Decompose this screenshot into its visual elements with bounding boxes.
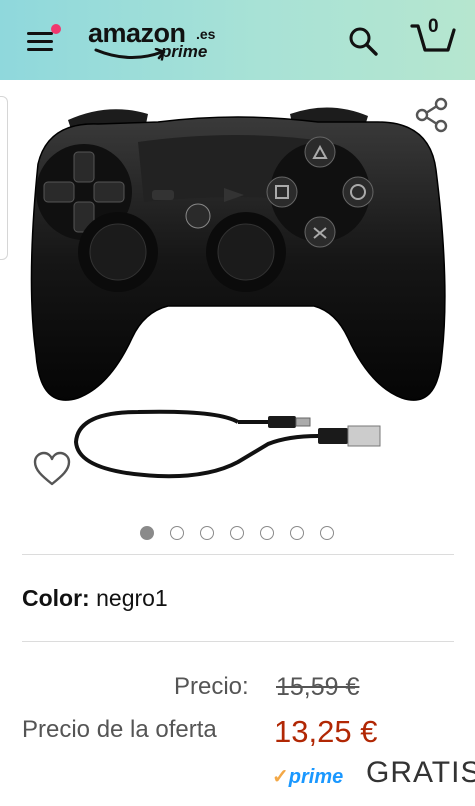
pagination-dot-3[interactable] [200, 526, 214, 540]
share-button[interactable] [413, 96, 451, 134]
offer-price: 13,25 € [274, 714, 378, 749]
hamburger-menu-icon-bar [27, 40, 53, 43]
offer-price-label: Precio de la oferta [22, 716, 217, 743]
original-price: 15,59 € [276, 673, 360, 701]
wishlist-button[interactable] [32, 450, 72, 488]
divider [22, 554, 454, 555]
hamburger-menu-icon [27, 32, 53, 35]
app-header: amazon .es prime 0 [0, 0, 475, 80]
cart-button[interactable]: 0 [408, 16, 458, 60]
heart-outline-icon [33, 451, 71, 486]
cart-count: 0 [428, 16, 439, 37]
search-button[interactable] [346, 24, 380, 58]
side-drawer-handle[interactable] [0, 96, 8, 260]
gamepad-product-image [30, 107, 446, 479]
product-image[interactable] [18, 92, 458, 512]
prime-check-icon: ✓ [272, 766, 289, 788]
hamburger-menu-icon-bar [27, 48, 53, 51]
amazon-prime-logo[interactable]: amazon .es prime [88, 18, 228, 64]
pagination-dot-4[interactable] [230, 526, 244, 540]
prime-label: prime [288, 766, 344, 788]
pagination-dot-2[interactable] [170, 526, 184, 540]
menu-button[interactable] [24, 24, 61, 56]
color-label: Color: [22, 585, 90, 611]
prime-badge: ✓prime [272, 764, 343, 789]
color-selector[interactable]: Color: negro1 [22, 585, 168, 612]
pagination-dot-6[interactable] [290, 526, 304, 540]
notification-dot-icon [51, 24, 61, 34]
amazon-smile-icon [94, 48, 166, 60]
pagination-dot-7[interactable] [320, 526, 334, 540]
color-value: negro1 [96, 585, 168, 611]
free-shipping-text: GRATIS [366, 756, 475, 789]
pagination-dot-5[interactable] [260, 526, 274, 540]
price-label: Precio: [174, 673, 249, 700]
logo-prime: prime [161, 42, 208, 61]
share-icon [415, 97, 448, 133]
image-pagination [140, 526, 340, 542]
search-icon [349, 27, 378, 56]
pagination-dot-1[interactable] [140, 526, 154, 540]
logo-tld: .es [196, 26, 216, 42]
divider [22, 641, 454, 642]
